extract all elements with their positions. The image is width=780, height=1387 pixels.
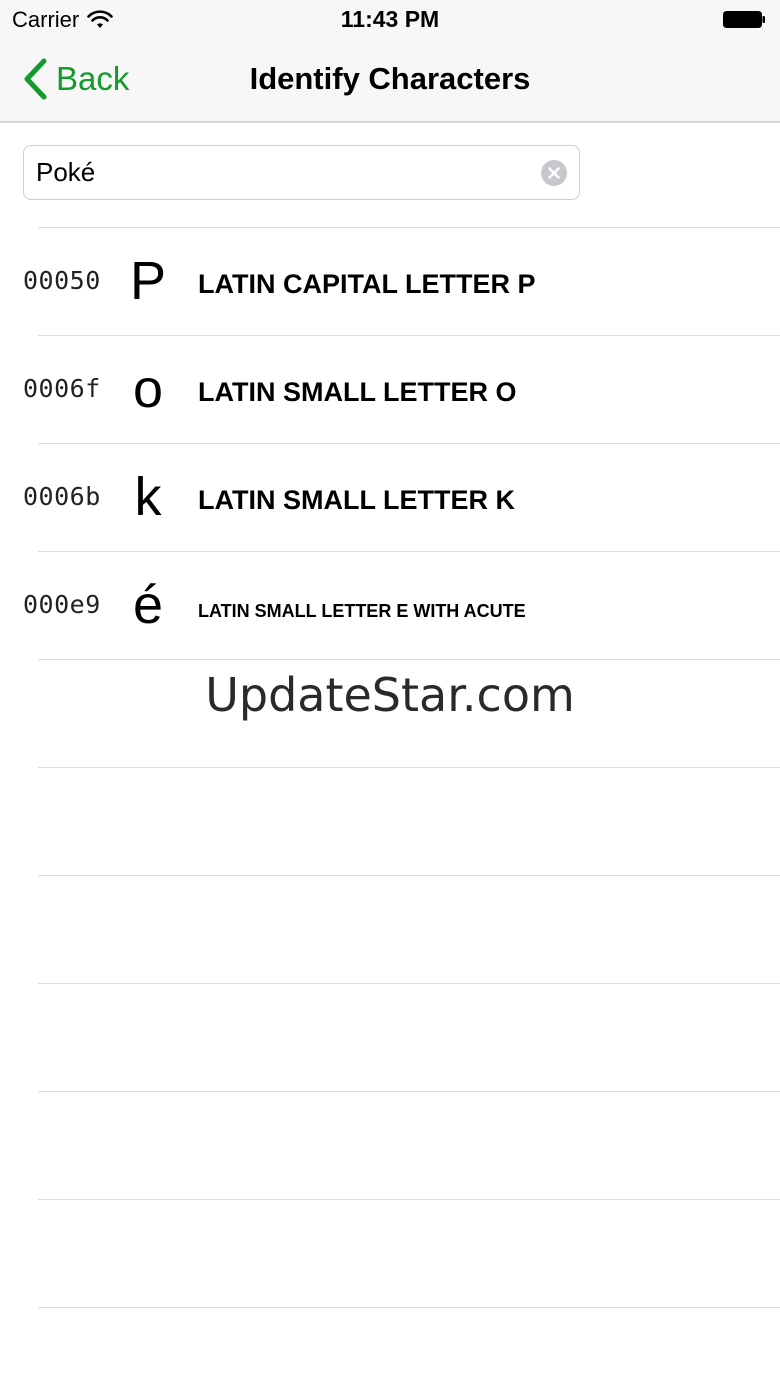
character-name: LATIN SMALL LETTER O bbox=[198, 377, 517, 407]
empty-row bbox=[38, 767, 780, 875]
identify-characters-screen: Carrier 11:43 PM Back Identify Character… bbox=[0, 0, 780, 1387]
search-input[interactable] bbox=[36, 146, 531, 199]
code-point: 000e9 bbox=[23, 590, 101, 619]
empty-row bbox=[38, 983, 780, 1091]
character-name: LATIN SMALL LETTER K bbox=[198, 485, 515, 515]
list-item[interactable]: 0006b k LATIN SMALL LETTER K bbox=[23, 443, 780, 551]
character-glyph: é bbox=[132, 575, 164, 635]
code-point: 00050 bbox=[23, 266, 101, 295]
list-item[interactable]: 00050 P LATIN CAPITAL LETTER P bbox=[23, 227, 780, 335]
character-glyph: o bbox=[132, 359, 164, 419]
character-list: 00050 P LATIN CAPITAL LETTER P 0006f o L… bbox=[0, 227, 780, 1387]
empty-row bbox=[38, 1091, 780, 1199]
page-title: Identify Characters bbox=[249, 61, 531, 96]
code-point: 0006b bbox=[23, 482, 101, 511]
battery-icon bbox=[723, 11, 765, 28]
search-field[interactable] bbox=[23, 145, 580, 200]
empty-row bbox=[38, 1199, 780, 1307]
list-item[interactable]: 0006f o LATIN SMALL LETTER O bbox=[23, 335, 780, 443]
code-point: 0006f bbox=[23, 374, 101, 403]
watermark: UpdateStar.com bbox=[205, 668, 575, 722]
character-name: LATIN CAPITAL LETTER P bbox=[198, 269, 536, 299]
clear-circle-icon[interactable] bbox=[541, 160, 567, 186]
empty-row bbox=[38, 875, 780, 983]
character-name: LATIN SMALL LETTER E WITH ACUTE bbox=[198, 601, 526, 621]
list-item[interactable]: 000e9 é LATIN SMALL LETTER E WITH ACUTE bbox=[23, 551, 780, 659]
character-glyph: k bbox=[134, 467, 162, 527]
status-time: 11:43 PM bbox=[340, 6, 440, 32]
navigation-bar: Carrier 11:43 PM Back Identify Character… bbox=[0, 0, 780, 123]
empty-row bbox=[38, 1307, 780, 1387]
character-glyph: P bbox=[129, 251, 167, 311]
